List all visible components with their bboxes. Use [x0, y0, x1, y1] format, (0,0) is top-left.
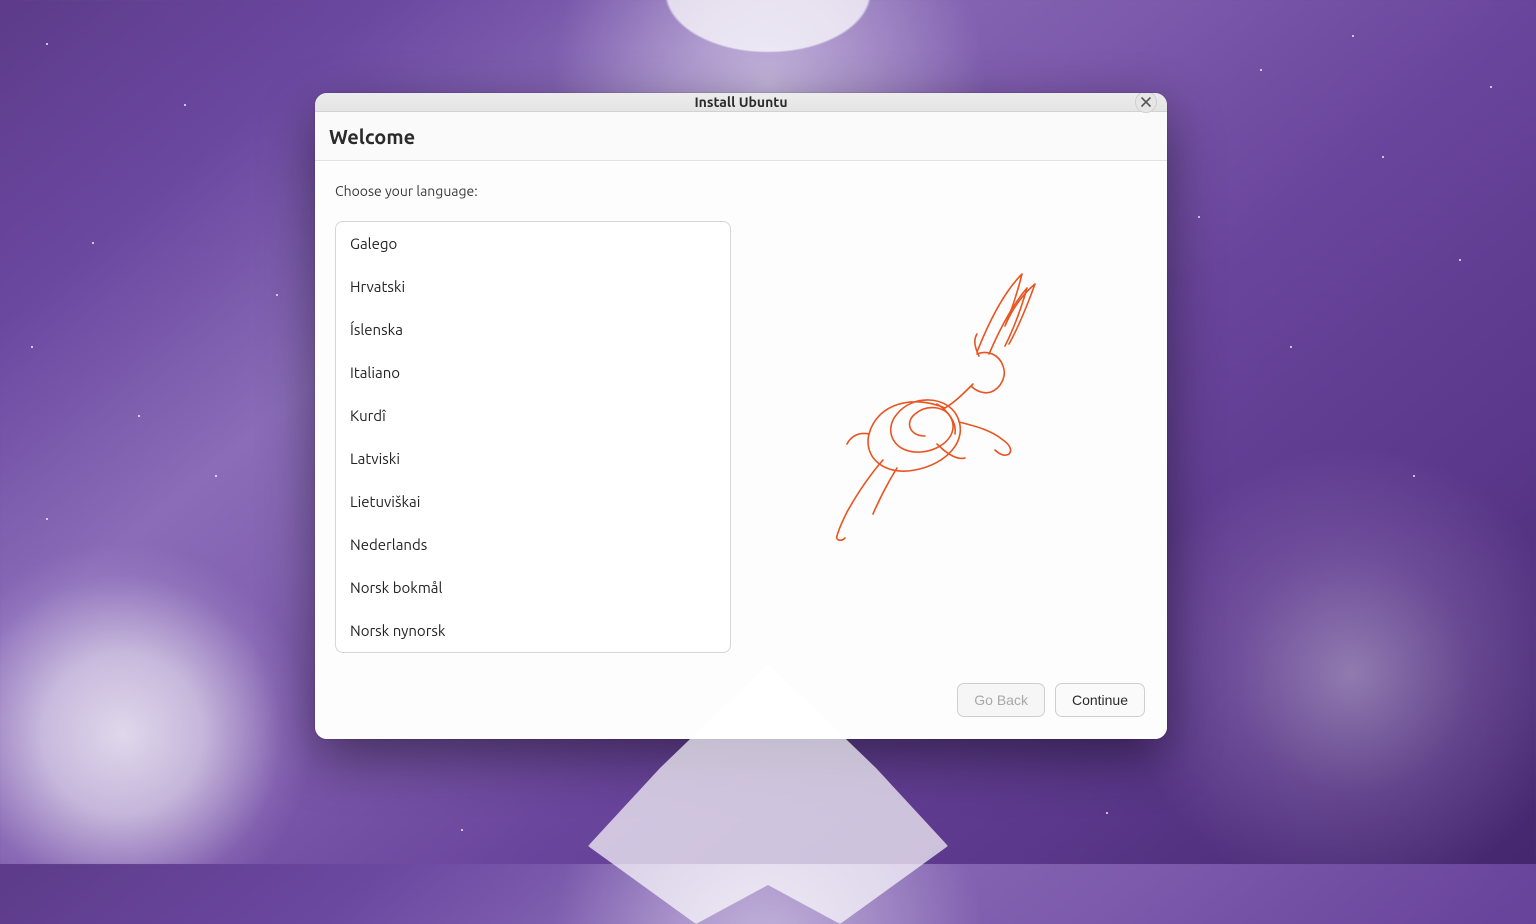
- list-item[interactable]: Lietuviškai: [336, 480, 730, 523]
- mascot-illustration: [787, 254, 1067, 554]
- footer: Go Back Continue: [315, 671, 1167, 739]
- list-item[interactable]: Galego: [336, 222, 730, 265]
- page-header: Welcome: [315, 112, 1167, 161]
- list-item[interactable]: Íslenska: [336, 308, 730, 351]
- window-title: Install Ubuntu: [694, 94, 787, 110]
- close-button[interactable]: [1135, 93, 1157, 113]
- language-prompt: Choose your language:: [335, 183, 731, 199]
- language-panel: Choose your language: Galego Hrvatski Ís…: [335, 183, 731, 653]
- list-item[interactable]: Kurdî: [336, 394, 730, 437]
- list-item[interactable]: Nederlands: [336, 523, 730, 566]
- close-icon: [1141, 97, 1151, 107]
- list-item[interactable]: Hrvatski: [336, 265, 730, 308]
- language-list[interactable]: Galego Hrvatski Íslenska Italiano Kurdî …: [335, 221, 731, 653]
- list-item[interactable]: Latviski: [336, 437, 730, 480]
- list-item[interactable]: Italiano: [336, 351, 730, 394]
- illustration-panel: [739, 183, 1147, 653]
- continue-button[interactable]: Continue: [1055, 683, 1145, 717]
- titlebar: Install Ubuntu: [315, 93, 1167, 112]
- installer-window: Install Ubuntu Welcome Choose your langu…: [315, 93, 1167, 739]
- list-item[interactable]: Norsk nynorsk: [336, 609, 730, 652]
- list-item[interactable]: Norsk bokmål: [336, 566, 730, 609]
- kudu-icon: [787, 254, 1067, 554]
- page-title: Welcome: [329, 125, 1147, 148]
- content-area: Choose your language: Galego Hrvatski Ís…: [315, 161, 1167, 671]
- go-back-button[interactable]: Go Back: [957, 683, 1045, 717]
